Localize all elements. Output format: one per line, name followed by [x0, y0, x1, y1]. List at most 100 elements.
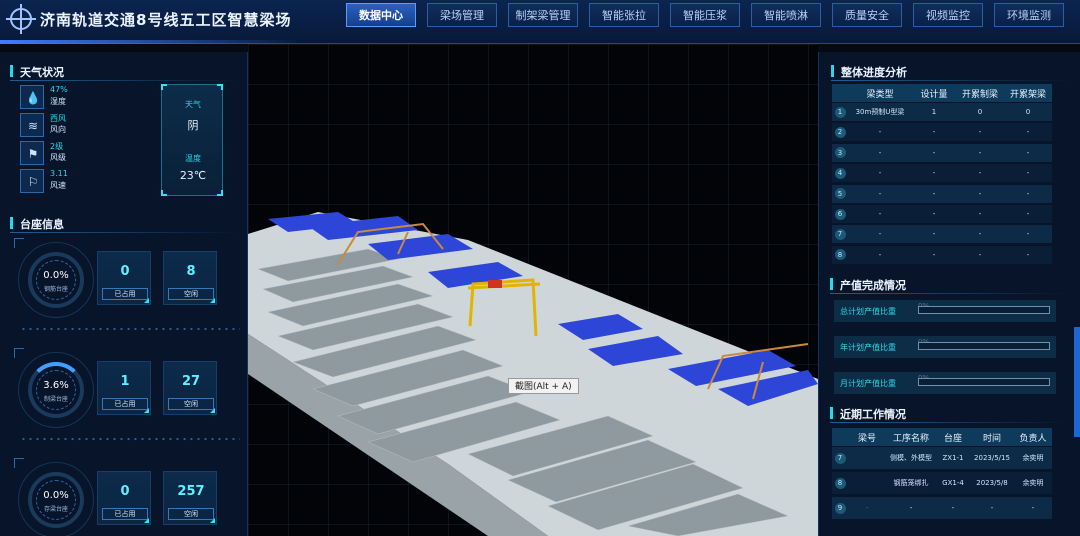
card-corner-mark — [144, 518, 149, 523]
cell-made-total: - — [978, 189, 982, 198]
cell-step-name: 钢筋笼绑扎 — [893, 479, 929, 487]
beam-occupied-card: 1 已占用 — [97, 361, 151, 415]
recent-row[interactable]: 8 钢筋笼绑扎 GX1-4 2023/5/8 余奕明 — [832, 472, 1052, 494]
progress-row[interactable]: 4 - - - - — [832, 164, 1052, 183]
cell-design-qty: 1 — [931, 108, 937, 116]
row-index-badge: 5 — [832, 188, 848, 200]
cell-made-total: - — [978, 169, 982, 178]
card-corner-tl — [161, 84, 167, 90]
beam-pedestal-gauge: 3.6% 制梁台座 — [28, 362, 84, 418]
output-title-underline — [830, 293, 1070, 294]
dashboard-app: 济南轨道交通8号线五工区智慧梁场 数据中心 梁场管理 制架梁管理 智能张拉 智能… — [0, 0, 1080, 536]
cell-design-qty: - — [932, 189, 936, 198]
weather-wind-speed: ⚐ 3.11 风速 — [20, 169, 150, 193]
col-design-qty: 设计量 — [920, 89, 948, 100]
rebar-idle-card: 8 空闲 — [163, 251, 217, 305]
progress-row[interactable]: 5 - - - - — [832, 184, 1052, 203]
progress-row[interactable]: 8 - - - - — [832, 245, 1052, 264]
progress-section-title: 整体进度分析 — [831, 64, 907, 80]
page-scrollbar[interactable] — [1074, 327, 1080, 437]
progress-row[interactable]: 7 - - - - — [832, 225, 1052, 244]
progress-row[interactable]: 2 - - - - — [832, 123, 1052, 142]
progress-row[interactable]: 1 30m预制U型梁 1 0 0 — [832, 103, 1052, 121]
cell-beam-no[interactable]: - — [848, 504, 886, 512]
temperature-value: 23℃ — [179, 169, 207, 182]
row-index: 3 — [834, 147, 846, 159]
cell-erected-total: - — [1026, 189, 1030, 198]
wind-speed-icon: ⚐ — [20, 169, 44, 193]
row-index-badge: 6 — [832, 208, 848, 220]
cell-design-qty: - — [932, 128, 936, 137]
nav-tab-yard-management[interactable]: 梁场管理 — [427, 3, 497, 27]
cell-erected-total: - — [1026, 148, 1030, 157]
nav-tab-smart-grouting[interactable]: 智能压浆 — [670, 3, 740, 27]
month-plan-bar — [918, 378, 1050, 386]
output-section-title: 产值完成情况 — [830, 277, 906, 293]
nav-tab-environment[interactable]: 环境监测 — [994, 3, 1064, 27]
storage-idle-label: 空闲 — [168, 508, 214, 520]
rebar-occupied-card: 0 已占用 — [97, 251, 151, 305]
header-bar: 济南轨道交通8号线五工区智慧梁场 数据中心 梁场管理 制架梁管理 智能张拉 智能… — [0, 0, 1080, 44]
recent-row[interactable]: 7 侧模、外模型 ZX1-1 2023/5/15 余奕明 — [832, 447, 1052, 469]
storage-idle-value: 257 — [177, 484, 205, 499]
beam-pedestal-percent: 3.6% — [43, 380, 69, 391]
beam-idle-card: 27 空闲 — [163, 361, 217, 415]
cell-design-qty: - — [932, 169, 936, 178]
rebar-idle-label: 空闲 — [168, 288, 214, 300]
cell-step-name: 侧模、外模型 — [890, 454, 932, 462]
yard-scene-graphic — [248, 44, 818, 536]
weather-title-underline — [10, 80, 240, 81]
nav-tab-video-monitoring[interactable]: 视频监控 — [913, 3, 983, 27]
col-beam-no: 梁号 — [857, 433, 876, 444]
storage-occupied-label: 已占用 — [102, 508, 148, 520]
cell-beam-type: - — [878, 230, 882, 239]
recent-section-title: 近期工作情况 — [830, 406, 906, 422]
col-beam-type: 梁类型 — [866, 89, 894, 100]
cell-made-total: - — [978, 210, 982, 218]
yard-3d-view[interactable] — [248, 44, 818, 536]
recent-title-underline — [830, 422, 1070, 423]
progress-title-underline — [831, 80, 1071, 81]
pedestal-frame-corner — [14, 458, 24, 468]
cell-owner: 余奕明 — [1022, 479, 1044, 487]
wind-level-label: 风级 — [50, 153, 66, 162]
row-index: 6 — [834, 208, 846, 220]
nav-tab-data-center[interactable]: 数据中心 — [346, 3, 416, 27]
cell-seat: GX1-4 — [942, 479, 964, 487]
nav-tab-quality-safety[interactable]: 质量安全 — [832, 3, 902, 27]
cell-made-total: - — [978, 128, 982, 137]
row-index: 9 — [834, 502, 846, 514]
card-corner-bl — [161, 190, 167, 196]
row-index: 4 — [834, 167, 846, 179]
nav-tab-smart-spraying[interactable]: 智能喷淋 — [751, 3, 821, 27]
nav-tab-smart-tensioning[interactable]: 智能张拉 — [589, 3, 659, 27]
row-index: 5 — [834, 188, 846, 200]
row-index: 7 — [834, 228, 846, 240]
compass-logo-icon — [6, 4, 36, 34]
recent-row[interactable]: 9----- — [832, 497, 1052, 519]
row-index-badge: 1 — [832, 106, 848, 118]
cell-seat: - — [951, 504, 955, 512]
cell-time: - — [990, 504, 994, 512]
progress-row[interactable]: 3 - - - - — [832, 143, 1052, 162]
wind-level-value: 2级 — [50, 142, 64, 151]
weather-type-label: 天气 — [185, 100, 201, 109]
cell-erected-total: - — [1026, 250, 1030, 259]
weather-section-title: 天气状况 — [10, 64, 64, 80]
rebar-idle-value: 8 — [186, 264, 196, 279]
cell-made-total: - — [978, 148, 982, 157]
rebar-pedestal-percent: 0.0% — [43, 270, 69, 281]
cell-owner: - — [1031, 504, 1035, 512]
row-index: 7 — [834, 452, 846, 464]
left-panel: 天气状况 💧 47% 湿度 ≋ 西风 风向 ⚑ 2级 风级 ⚐ 3.11 风速 … — [0, 52, 248, 536]
nav-tab-beam-management[interactable]: 制架梁管理 — [508, 3, 578, 27]
col-erected-total: 开累架梁 — [1009, 89, 1046, 100]
month-plan-label: 月计划产值比重 — [840, 379, 896, 388]
cell-design-qty: - — [932, 250, 936, 259]
total-plan-row: 总计划产值比重 — [834, 300, 1056, 322]
cell-seat: ZX1-1 — [942, 454, 964, 462]
cell-erected-total: - — [1026, 210, 1030, 218]
cell-beam-type: - — [878, 250, 882, 259]
progress-row[interactable]: 6 - - - - — [832, 205, 1052, 223]
cell-owner: 余奕明 — [1022, 454, 1044, 462]
